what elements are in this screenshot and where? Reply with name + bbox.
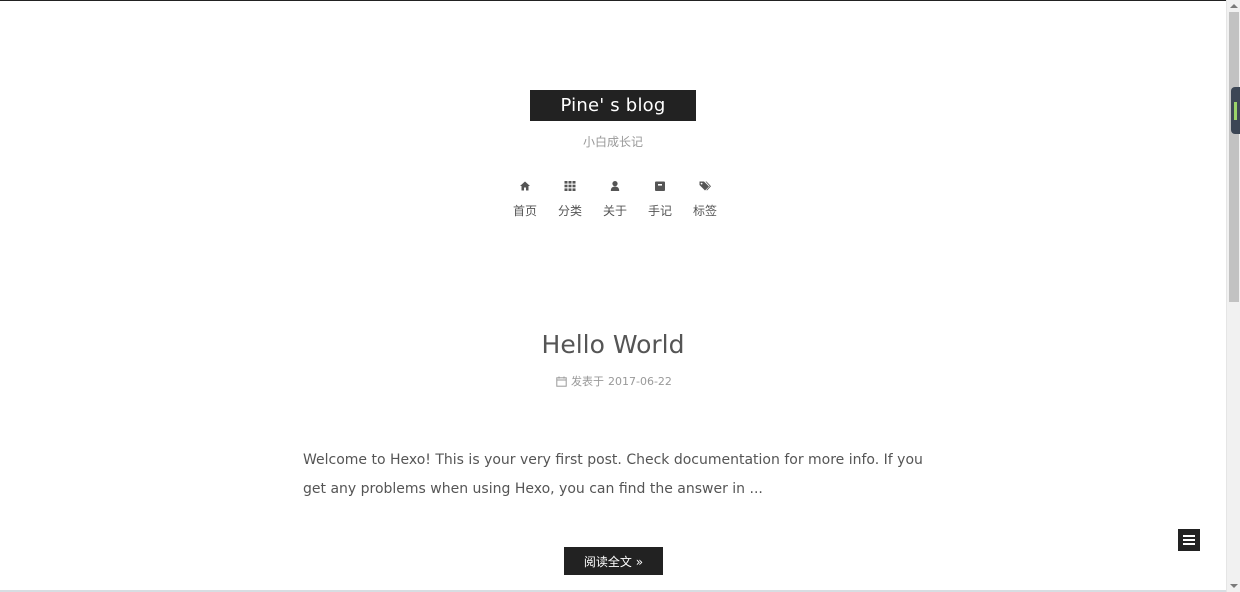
nav-label-home: 首页 bbox=[512, 204, 537, 218]
sidebar-toggle-button[interactable] bbox=[1178, 529, 1200, 551]
post-meta-prefix: 发表于 bbox=[571, 375, 604, 388]
main-nav: 首页 分类 关于 手记 标签 bbox=[505, 178, 721, 220]
nav-item-home[interactable]: 首页 bbox=[505, 178, 545, 220]
menu-icon bbox=[1183, 535, 1195, 545]
nav-label-tags: 标签 bbox=[692, 204, 717, 218]
calendar-icon bbox=[556, 376, 567, 387]
scroll-down-arrow-icon[interactable] bbox=[1230, 584, 1238, 588]
nav-item-tags[interactable]: 标签 bbox=[685, 178, 725, 220]
scroll-up-arrow-icon[interactable] bbox=[1230, 4, 1238, 8]
scrollbar-thumb[interactable] bbox=[1229, 12, 1239, 302]
side-widget-indicator bbox=[1234, 101, 1237, 120]
tags-icon bbox=[699, 181, 711, 191]
th-grid-icon bbox=[564, 181, 576, 191]
archive-icon bbox=[655, 181, 665, 191]
home-icon bbox=[520, 181, 530, 191]
nav-item-notes[interactable]: 手记 bbox=[640, 178, 680, 220]
site-title[interactable]: Pine' s blog bbox=[530, 90, 696, 121]
page: Pine' s blog 小白成长记 首页 分类 关于 手记 标签 Hello … bbox=[0, 0, 1240, 592]
post-date: 2017-06-22 bbox=[608, 374, 672, 388]
side-widget-tab[interactable] bbox=[1231, 87, 1240, 134]
read-more-button[interactable]: 阅读全文 » bbox=[564, 547, 663, 575]
user-icon bbox=[610, 181, 620, 191]
nav-label-notes: 手记 bbox=[647, 204, 672, 218]
main-content: Pine' s blog 小白成长记 首页 分类 关于 手记 标签 Hello … bbox=[0, 0, 1226, 592]
post-excerpt: Welcome to Hexo! This is your very first… bbox=[303, 452, 923, 497]
nav-label-categories: 分类 bbox=[557, 204, 582, 218]
nav-item-categories[interactable]: 分类 bbox=[550, 178, 590, 220]
nav-item-about[interactable]: 关于 bbox=[595, 178, 635, 220]
post-meta: 发表于 2017-06-22 bbox=[556, 374, 672, 388]
nav-label-about: 关于 bbox=[602, 204, 627, 218]
site-subtitle: 小白成长记 bbox=[582, 135, 643, 149]
post-title[interactable]: Hello World bbox=[0, 330, 1226, 359]
